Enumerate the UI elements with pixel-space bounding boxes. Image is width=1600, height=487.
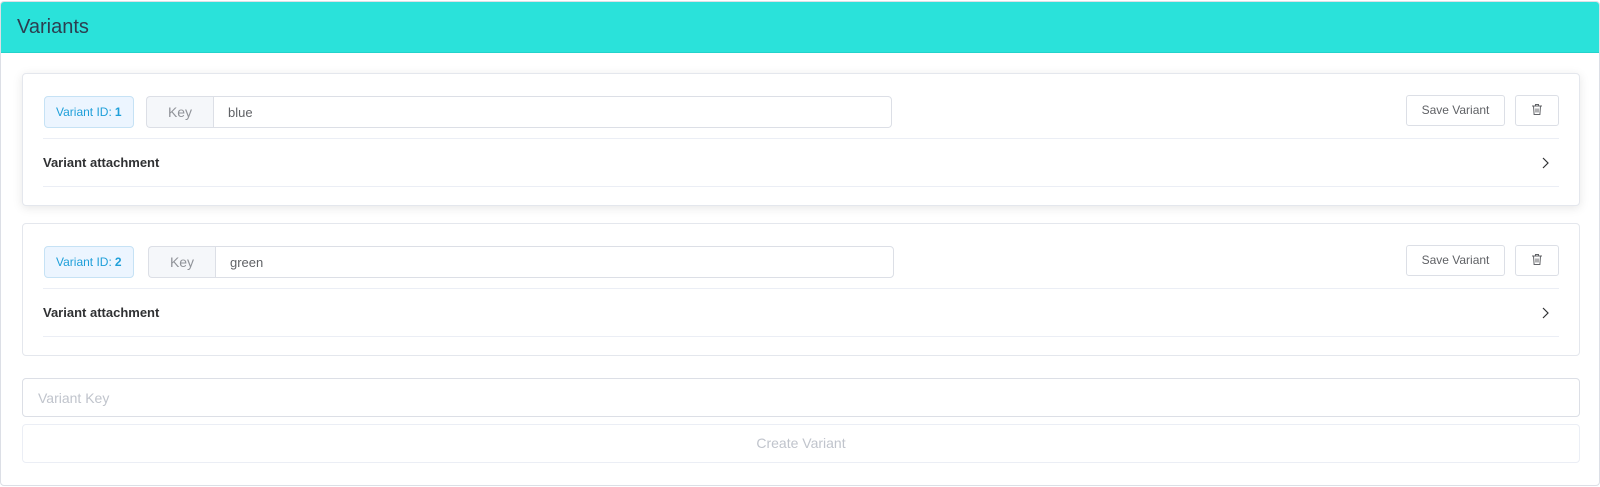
trash-icon (1531, 253, 1543, 269)
divider (43, 336, 1559, 337)
chevron-right-icon (1541, 306, 1549, 324)
variant-key-group: Key (146, 96, 892, 128)
variant-key-input[interactable] (215, 246, 894, 278)
delete-variant-button[interactable] (1515, 95, 1559, 126)
delete-variant-button[interactable] (1515, 245, 1559, 276)
variants-panel: Variants Variant ID:1 Key Save Variant V… (0, 1, 1600, 486)
panel-title: Variants (17, 16, 89, 38)
variant-id-tag: Variant ID: 1 (44, 96, 134, 128)
variant-id-value: 2 (114, 255, 122, 269)
variant-attachment-collapse[interactable]: Variant attachment (43, 139, 1559, 186)
new-variant-key-input[interactable] (22, 378, 1580, 417)
trash-icon (1531, 103, 1543, 119)
save-variant-button[interactable]: Save Variant (1406, 95, 1505, 126)
variant-id-label: Variant ID: (56, 105, 112, 119)
variant-key-input[interactable] (213, 96, 892, 128)
panel-header: Variants (1, 2, 1599, 53)
create-variant-button[interactable]: Create Variant (22, 424, 1580, 463)
variant-key-group: Key (148, 246, 894, 278)
divider (43, 186, 1559, 187)
variant-card: Variant ID:2 Key Save Variant Variant at… (22, 223, 1580, 356)
key-prefix-label: Key (146, 96, 213, 128)
variant-id-value: 1 (114, 105, 122, 119)
variant-attachment-label: Variant attachment (43, 305, 160, 320)
variant-attachment-label: Variant attachment (43, 155, 160, 170)
key-prefix-label: Key (148, 246, 215, 278)
variant-id-tag: Variant ID: 2 (44, 246, 134, 278)
variant-id-label: Variant ID: (56, 255, 112, 269)
save-variant-button[interactable]: Save Variant (1406, 245, 1505, 276)
chevron-right-icon (1541, 156, 1549, 174)
variant-attachment-collapse[interactable]: Variant attachment (43, 289, 1559, 336)
variant-card: Variant ID:1 Key Save Variant Variant at… (22, 73, 1580, 206)
